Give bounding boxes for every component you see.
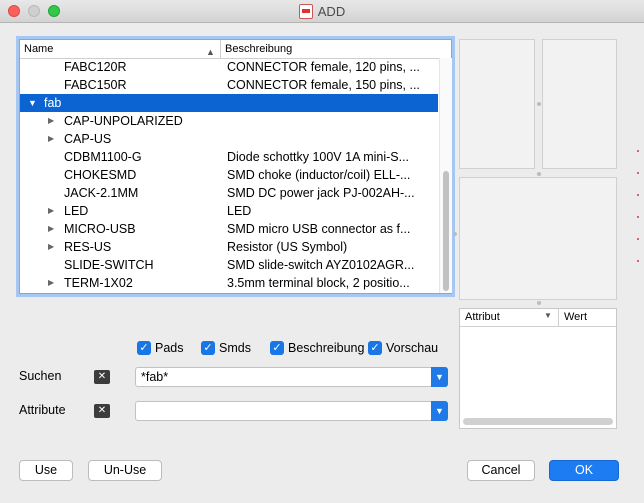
search-combobox[interactable]: *fab* ▼	[135, 367, 448, 387]
attribute-combobox[interactable]: ▼	[135, 401, 448, 421]
list-item[interactable]: ▶ CAP-US	[20, 130, 438, 148]
library-list[interactable]: Name ▲ Beschreibung FABC120R CONNECTOR fe…	[16, 36, 455, 297]
checkmark-icon: ✓	[201, 341, 215, 355]
sort-descending-icon: ▼	[544, 311, 552, 320]
item-description: SMD choke (inductor/coil) ELL-...	[227, 168, 411, 182]
preview-label: Vorschau	[386, 341, 439, 355]
clear-attribute-button[interactable]: ✕	[94, 404, 110, 418]
checkmark-icon: ✓	[270, 341, 284, 355]
item-description: CONNECTOR female, 150 pins, ...	[227, 78, 420, 92]
item-description: 3.5mm terminal block, 3 positio...	[227, 292, 435, 293]
item-description: 3.5mm terminal block, 2 positio...	[227, 276, 410, 290]
description-label: Beschreibung	[288, 341, 365, 355]
column-header-description[interactable]: Beschreibung	[225, 40, 292, 58]
checkmark-icon: ✓	[368, 341, 382, 355]
disclosure-collapsed-icon[interactable]: ▶	[48, 112, 54, 130]
chevron-down-icon[interactable]: ▼	[431, 401, 448, 421]
smds-label: Smds	[219, 341, 251, 355]
title-bar: ADD	[0, 0, 644, 23]
column-header-name[interactable]: Name ▲	[20, 40, 221, 58]
list-rows: FABC120R CONNECTOR female, 120 pins, ... F…	[20, 58, 438, 293]
item-name: FABC120R	[64, 60, 127, 74]
unuse-button[interactable]: Un-Use	[88, 460, 162, 481]
list-item[interactable]: FABC120R CONNECTOR female, 120 pins, ...	[20, 58, 438, 76]
list-item[interactable]: ▶ MICRO-USB SMD micro USB connector as f..…	[20, 220, 438, 238]
chevron-down-icon[interactable]: ▼	[431, 367, 448, 387]
eagle-app-icon	[298, 3, 313, 19]
item-name: CHOKESMD	[64, 168, 137, 182]
attribute-table-header: Attribut ▼ Wert	[460, 309, 616, 327]
attribute-table[interactable]: Attribut ▼ Wert	[459, 308, 617, 429]
list-item[interactable]: CDBM1100-G Diode schottky 100V 1A mini-S.…	[20, 148, 438, 166]
list-header: Name ▲ Beschreibung	[20, 40, 451, 59]
item-name: MICRO-USB	[64, 222, 136, 236]
list-item[interactable]: ▶ LED LED	[20, 202, 438, 220]
vertical-scrollbar[interactable]	[439, 58, 452, 293]
item-description: Resistor (US Symbol)	[227, 240, 348, 254]
list-item[interactable]: SLIDE-SWITCH SMD slide-switch AYZ0102AGR.…	[20, 256, 438, 274]
item-name: FABC150R	[64, 78, 127, 92]
description-checkbox[interactable]: ✓ Beschreibung	[270, 341, 364, 355]
column-header-value[interactable]: Wert	[564, 311, 587, 323]
disclosure-collapsed-icon[interactable]: ▶	[48, 130, 54, 148]
pads-checkbox[interactable]: ✓ Pads	[137, 341, 184, 355]
clear-search-button[interactable]: ✕	[94, 370, 110, 384]
item-description: SMD slide-switch AYZ0102AGR...	[227, 258, 415, 272]
item-description: CONNECTOR female, 120 pins, ...	[227, 60, 420, 74]
list-item[interactable]: CHOKESMD SMD choke (inductor/coil) ELL-..…	[20, 166, 438, 184]
disclosure-collapsed-icon[interactable]: ▶	[48, 238, 54, 256]
checkmark-icon: ✓	[137, 341, 151, 355]
use-button[interactable]: Use	[19, 460, 73, 481]
window-title: ADD	[317, 3, 346, 19]
ok-button[interactable]: OK	[549, 460, 619, 481]
item-name: TERM-1X03'-FABLAB'	[64, 292, 189, 293]
scrollbar-thumb[interactable]	[443, 171, 449, 291]
package-preview	[542, 39, 617, 169]
item-name: TERM-1X02	[64, 276, 133, 290]
disclosure-collapsed-icon[interactable]: ▶	[48, 220, 54, 238]
device-preview	[459, 177, 617, 300]
search-label: Suchen	[19, 369, 62, 383]
item-description: Diode schottky 100V 1A mini-S...	[227, 150, 410, 164]
disclosure-expanded-icon[interactable]: ▼	[28, 94, 37, 112]
list-item[interactable]: ▶ RES-US Resistor (US Symbol)	[20, 238, 438, 256]
attribute-label: Attribute	[19, 403, 66, 417]
item-name: CAP-US	[64, 132, 112, 146]
item-name: SLIDE-SWITCH	[64, 258, 154, 272]
splitter-handle[interactable]	[537, 301, 541, 305]
pads-label: Pads	[155, 341, 184, 355]
item-description: SMD DC power jack PJ-002AH-...	[227, 186, 415, 200]
symbol-preview	[459, 39, 535, 169]
list-item[interactable]: ▶ TERM-1X02 3.5mm terminal block, 2 positi…	[20, 274, 438, 292]
group-row[interactable]: ▼ fab	[20, 94, 438, 112]
background-window-edge	[630, 142, 644, 302]
list-item[interactable]: ▶ CAP-UNPOLARIZED	[20, 112, 438, 130]
search-input[interactable]: *fab*	[141, 370, 168, 384]
disclosure-collapsed-icon[interactable]: ▶	[48, 202, 54, 220]
item-name: CAP-UNPOLARIZED	[64, 114, 183, 128]
preview-checkbox[interactable]: ✓ Vorschau	[368, 341, 438, 355]
list-item[interactable]: JACK-2.1MM SMD DC power jack PJ-002AH-...	[20, 184, 438, 202]
horizontal-scrollbar[interactable]	[463, 418, 613, 425]
disclosure-collapsed-icon[interactable]: ▶	[48, 274, 54, 292]
item-description: LED	[227, 204, 252, 218]
smds-checkbox[interactable]: ✓ Smds	[201, 341, 251, 355]
item-name: fab	[44, 96, 62, 110]
list-item[interactable]: TERM-1X03'-FABLAB' 3.5mm terminal block, …	[20, 292, 438, 293]
item-name: CDBM1100-G	[64, 150, 142, 164]
item-name: JACK-2.1MM	[64, 186, 139, 200]
column-header-attribute[interactable]: Attribut	[465, 311, 500, 323]
list-item[interactable]: FABC150R CONNECTOR female, 150 pins, ...	[20, 76, 438, 94]
cancel-button[interactable]: Cancel	[467, 460, 535, 481]
item-description: SMD micro USB connector as f...	[227, 222, 411, 236]
splitter-handle[interactable]	[537, 172, 541, 176]
column-header-name-label: Name	[24, 43, 54, 55]
item-name: LED	[64, 204, 89, 218]
item-name: RES-US	[64, 240, 112, 254]
splitter-handle[interactable]	[537, 102, 541, 106]
splitter-handle[interactable]	[453, 232, 457, 236]
